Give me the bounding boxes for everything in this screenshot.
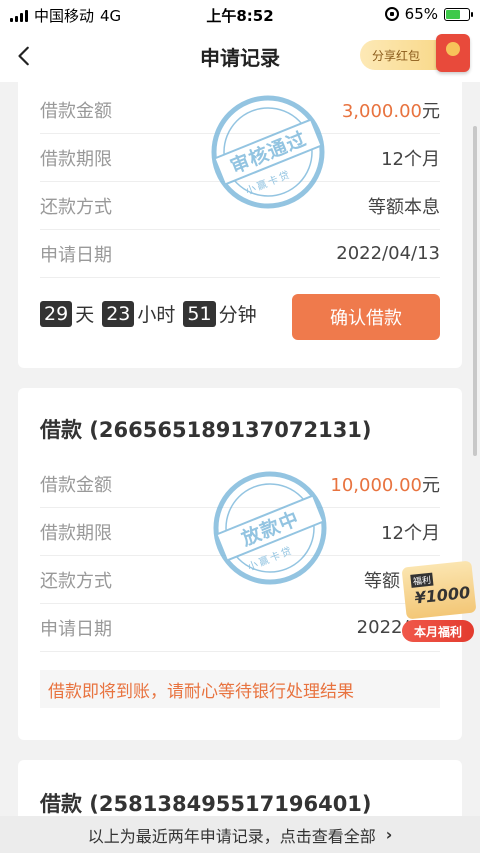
red-envelope-icon	[436, 34, 470, 72]
row-label: 申请日期	[40, 618, 112, 640]
row-term: 借款期限 12个月	[40, 134, 440, 182]
chevron-right-icon: ›	[385, 825, 393, 844]
row-value: 2022/04/13	[336, 243, 440, 264]
status-right: 65%	[384, 5, 473, 23]
amount-unit: 元	[422, 100, 440, 122]
row-value: 12个月	[381, 148, 440, 170]
welfare-tag: 福利	[410, 572, 434, 588]
battery-icon	[444, 7, 473, 21]
loan-card-1: 借款金额 3,000.00元 借款期限 12个月 还款方式 等额本息 申请日期 …	[18, 82, 462, 368]
rotation-lock-icon	[384, 7, 399, 21]
view-all-records-bar[interactable]: 以上为最近两年申请记录，点击查看全部 ›	[0, 816, 480, 853]
row-apply-date: 申请日期 2022/04/13	[40, 230, 440, 278]
row-repay-method: 还款方式 等额	[40, 556, 440, 604]
row-value: 12个月	[381, 522, 440, 544]
row-label: 申请日期	[40, 244, 112, 266]
welfare-coupon-icon: 福利 ¥1000	[401, 560, 477, 620]
loan-title: 借款 (258138495517196401)	[40, 792, 372, 816]
loan-title: 借款 (266565189137072131)	[40, 418, 372, 442]
status-bar: 中国移动 4G 上午8:52 65%	[0, 0, 480, 30]
timer-minutes-unit: 分钟	[218, 304, 257, 326]
countdown-timer: 29 天 23 小时 51 分钟	[40, 300, 265, 327]
timer-minutes: 51	[183, 300, 216, 327]
row-label: 还款方式	[40, 196, 112, 218]
row-label: 借款期限	[40, 148, 112, 170]
timer-days: 29	[40, 300, 73, 327]
timer-hours: 23	[102, 300, 135, 327]
row-label: 还款方式	[40, 570, 112, 592]
row-amount: 借款金额 10,000.00元	[40, 460, 440, 508]
welfare-button[interactable]: 本月福利	[402, 620, 474, 642]
row-label: 借款金额	[40, 474, 112, 496]
timer-days-unit: 天	[75, 304, 95, 326]
confirm-loan-button[interactable]: 确认借款	[292, 294, 440, 340]
share-label: 分享红包	[372, 48, 421, 63]
timer-hours-unit: 小时	[137, 304, 176, 326]
row-value: 等额	[364, 570, 400, 592]
status-notice: 借款即将到账，请耐心等待银行处理结果	[40, 670, 440, 708]
navigation-bar: 申请记录 分享红包	[0, 30, 480, 82]
scrollbar[interactable]	[473, 126, 477, 456]
share-redpacket-button[interactable]: 分享红包	[360, 34, 470, 72]
row-apply-date: 申请日期 2022/0	[40, 604, 440, 652]
loan-amount: 3,000.00	[341, 100, 422, 122]
battery-percent: 65%	[404, 5, 438, 23]
amount-unit: 元	[422, 474, 440, 496]
row-amount: 借款金额 3,000.00元	[40, 86, 440, 134]
row-repay-method: 还款方式 等额本息	[40, 182, 440, 230]
loan-card-2[interactable]: 借款 (266565189137072131) 借款金额 10,000.00元 …	[18, 388, 462, 740]
loan-amount: 10,000.00	[330, 474, 422, 496]
row-term: 借款期限 12个月	[40, 508, 440, 556]
row-label: 借款期限	[40, 522, 112, 544]
monthly-welfare-widget[interactable]: 福利 ¥1000 本月福利	[398, 560, 478, 648]
row-value: 等额本息	[368, 196, 440, 218]
row-label: 借款金额	[40, 100, 112, 122]
view-all-text: 以上为最近两年申请记录，点击查看全部	[87, 826, 376, 846]
